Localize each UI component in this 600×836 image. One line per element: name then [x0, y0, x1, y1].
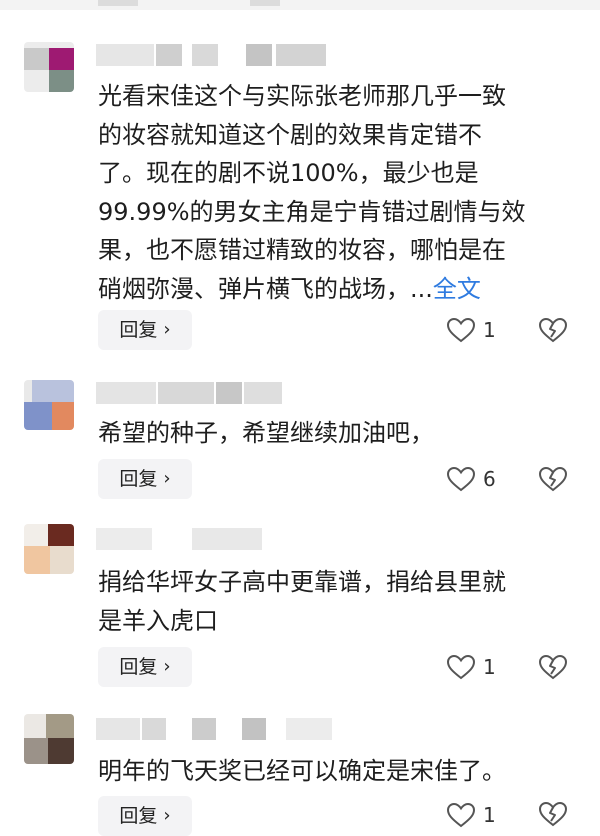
previous-comment-edge: [0, 0, 600, 10]
broken-heart-icon[interactable]: [538, 800, 568, 828]
comment-line: 光看宋佳这个与实际张老师那几乎一致: [98, 82, 506, 110]
comment-text: 希望的种子，希望继续加油吧，: [98, 414, 568, 453]
chevron-right-icon: ›: [163, 468, 171, 489]
reply-label: 回复: [119, 656, 158, 678]
username-mosaic[interactable]: [96, 44, 356, 66]
like-count: 1: [483, 655, 496, 679]
comment-line-text: 硝烟弥漫、弹片横飞的战场，...: [98, 274, 433, 303]
comment-line: 希望的种子，希望继续加油吧，: [98, 419, 434, 447]
like-count: 6: [483, 467, 496, 491]
reply-button[interactable]: 回复 ›: [98, 796, 192, 836]
username-mosaic[interactable]: [96, 528, 276, 550]
reply-button[interactable]: 回复 ›: [98, 647, 192, 687]
chevron-right-icon: ›: [163, 656, 171, 677]
heart-outline-icon[interactable]: [446, 802, 476, 828]
comment-line: 是羊入虎口: [98, 606, 218, 635]
broken-heart-icon[interactable]: [538, 316, 568, 344]
like-count: 1: [483, 803, 496, 827]
comment-line: 99.99%的男女主角是宁肯错过剧情与效: [98, 197, 526, 226]
broken-heart-icon[interactable]: [538, 653, 568, 681]
avatar[interactable]: [24, 524, 74, 574]
comment-line: 了。现在的剧不说100%，最少也是: [98, 159, 479, 187]
avatar[interactable]: [24, 380, 74, 430]
reply-label: 回复: [119, 319, 158, 341]
username-mosaic[interactable]: [96, 718, 336, 740]
comment-line: 果，也不愿错过精致的妆容，哪怕是在: [98, 236, 506, 264]
reply-label: 回复: [119, 468, 158, 490]
heart-outline-icon[interactable]: [446, 654, 476, 680]
heart-outline-icon[interactable]: [446, 466, 476, 492]
reply-button[interactable]: 回复 ›: [98, 310, 192, 350]
chevron-right-icon: ›: [163, 805, 171, 826]
username-mosaic[interactable]: [96, 382, 296, 404]
heart-outline-icon[interactable]: [446, 317, 476, 343]
comment-line: 明年的飞天奖已经可以确定是宋佳了。: [98, 757, 506, 785]
comment-text: 明年的飞天奖已经可以确定是宋佳了。: [98, 752, 568, 791]
comment-line: 硝烟弥漫、弹片横飞的战场，...全文: [98, 270, 568, 309]
avatar[interactable]: [24, 42, 74, 92]
expand-full-text-link[interactable]: 全文: [433, 275, 481, 303]
avatar[interactable]: [24, 714, 74, 764]
chevron-right-icon: ›: [163, 319, 171, 340]
like-count: 1: [483, 318, 496, 342]
comment-text: 光看宋佳这个与实际张老师那几乎一致 的妆容就知道这个剧的效果肯定错不 了。现在的…: [98, 77, 568, 308]
comment-line: 的妆容就知道这个剧的效果肯定错不: [98, 120, 482, 149]
broken-heart-icon[interactable]: [538, 465, 568, 493]
reply-label: 回复: [119, 805, 158, 827]
comment-text: 捐给华坪女子高中更靠谱，捐给县里就 是羊入虎口: [98, 563, 568, 640]
reply-button[interactable]: 回复 ›: [98, 459, 192, 499]
comment-line: 捐给华坪女子高中更靠谱，捐给县里就: [98, 568, 506, 596]
